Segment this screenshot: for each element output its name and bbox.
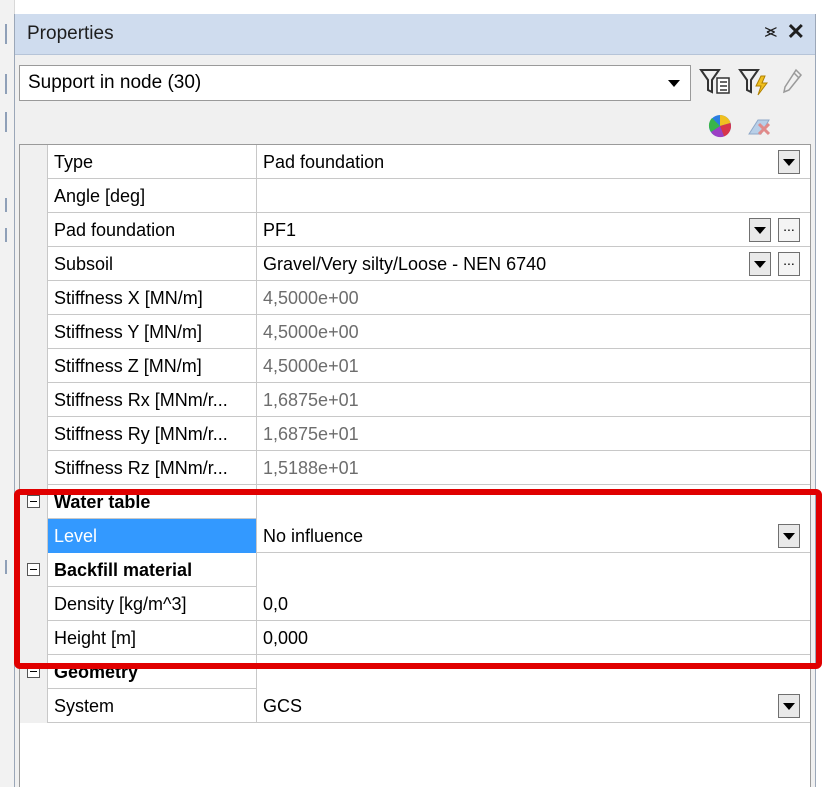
property-name: Stiffness X [MN/m] [48,281,257,315]
row-margin [20,553,48,587]
row-margin [20,519,48,553]
row-margin [20,417,48,451]
row-margin [20,179,48,213]
property-value[interactable]: 0,000 [257,621,810,655]
property-name: Level [48,519,257,553]
collapse-toggle-icon[interactable] [27,495,40,508]
row-margin [20,587,48,621]
category-label: Water table [48,485,257,519]
property-value[interactable]: 0,0 [257,587,810,621]
property-value: 1,6875e+01 [263,424,359,444]
property-value[interactable]: Pad foundation [257,145,810,179]
object-selector-dropdown[interactable]: Support in node (30) [19,65,691,101]
row-margin [20,655,48,689]
property-row[interactable]: Stiffness Y [MN/m] 4,5000e+00 [20,315,810,349]
property-row[interactable]: Stiffness Ry [MNm/r... 1,6875e+01 [20,417,810,451]
filter-lightning-icon[interactable] [737,66,771,98]
row-margin [20,689,48,723]
property-value: 4,5000e+00 [263,288,359,308]
collapse-toggle-icon[interactable] [27,665,40,678]
property-row[interactable]: Type Pad foundation [20,145,810,179]
property-name: Stiffness Ry [MNm/r... [48,417,257,451]
properties-panel: Properties ⪤ ✕ Support in node (30) Type… [14,14,816,787]
dropdown-arrow-button[interactable] [778,524,800,548]
dropdown-arrow-button[interactable] [749,218,771,242]
collapse-toggle-icon[interactable] [27,563,40,576]
dropdown-arrow-button[interactable] [778,694,800,718]
pencil-icon[interactable] [779,66,805,98]
property-row[interactable]: Height [m] 0,000 [20,621,810,655]
property-name: Type [48,145,257,179]
object-selector-value: Support in node (30) [28,72,202,93]
property-value[interactable]: PF1 [257,213,810,247]
category-row[interactable]: Backfill material [20,553,810,587]
property-value[interactable]: Gravel/Very silty/Loose - NEN 6740 [257,247,810,281]
row-margin [20,621,48,655]
ellipsis-button[interactable]: ... [778,252,800,276]
property-row[interactable]: Density [kg/m^3] 0,0 [20,587,810,621]
row-margin [20,485,48,519]
dock-strip-marker [5,560,7,574]
row-margin [20,281,48,315]
row-margin [20,315,48,349]
property-value[interactable]: GCS [257,689,810,723]
property-name: Stiffness Rx [MNm/r... [48,383,257,417]
category-value-cell [257,485,810,519]
row-margin [20,213,48,247]
property-name: Height [m] [48,621,257,655]
chevron-down-icon [668,80,680,87]
property-row[interactable]: Angle [deg] [20,179,810,213]
property-name: Stiffness Rz [MNm/r... [48,451,257,485]
dropdown-arrow-button[interactable] [778,150,800,174]
property-value: 1,6875e+01 [263,390,359,410]
property-row[interactable]: System GCS [20,689,810,723]
clear-icon[interactable] [745,112,775,140]
pin-icon[interactable]: ⪤ [765,21,777,43]
category-row[interactable]: Geometry [20,655,810,689]
property-name: Pad foundation [48,213,257,247]
property-row[interactable]: Stiffness Rz [MNm/r... 1,5188e+01 [20,451,810,485]
dock-strip-marker [5,112,7,132]
property-row[interactable]: Stiffness X [MN/m] 4,5000e+00 [20,281,810,315]
panel-title: Properties [27,23,114,44]
category-value-cell [257,553,810,587]
category-row[interactable]: Water table [20,485,810,519]
row-margin [20,451,48,485]
row-margin [20,383,48,417]
dock-strip-marker [5,24,7,44]
property-row[interactable]: Stiffness Rx [MNm/r... 1,6875e+01 [20,383,810,417]
category-value-cell [257,655,810,689]
property-row[interactable]: Level No influence [20,519,810,553]
property-name: Density [kg/m^3] [48,587,257,621]
property-grid: Type Pad foundation Angle [deg] Pad foundat… [19,144,811,787]
property-value[interactable] [257,179,810,213]
property-value[interactable]: No influence [257,519,810,553]
property-value: 1,5188e+01 [263,458,359,478]
dock-strip-marker [5,74,7,94]
property-name: Subsoil [48,247,257,281]
property-row[interactable]: Subsoil Gravel/Very silty/Loose - NEN 674… [20,247,810,281]
row-margin [20,349,48,383]
close-icon[interactable]: ✕ [787,19,805,45]
property-name: Stiffness Z [MN/m] [48,349,257,383]
property-row[interactable]: Pad foundation PF1... [20,213,810,247]
left-dock-strip [0,0,15,787]
property-value: 4,5000e+00 [263,322,359,342]
property-name: Angle [deg] [48,179,257,213]
row-margin [20,247,48,281]
property-name: Stiffness Y [MN/m] [48,315,257,349]
row-margin [20,145,48,179]
dropdown-arrow-button[interactable] [749,252,771,276]
property-name: System [48,689,257,723]
property-value: 4,5000e+01 [263,356,359,376]
ellipsis-button[interactable]: ... [778,218,800,242]
category-label: Backfill material [48,553,257,587]
dock-strip-marker [5,198,7,212]
filter-icon[interactable] [698,66,732,98]
color-palette-icon[interactable] [705,112,735,140]
dock-strip-marker [5,228,7,242]
category-label: Geometry [48,655,257,689]
property-row[interactable]: Stiffness Z [MN/m] 4,5000e+01 [20,349,810,383]
panel-titlebar: Properties ⪤ ✕ [15,14,815,55]
